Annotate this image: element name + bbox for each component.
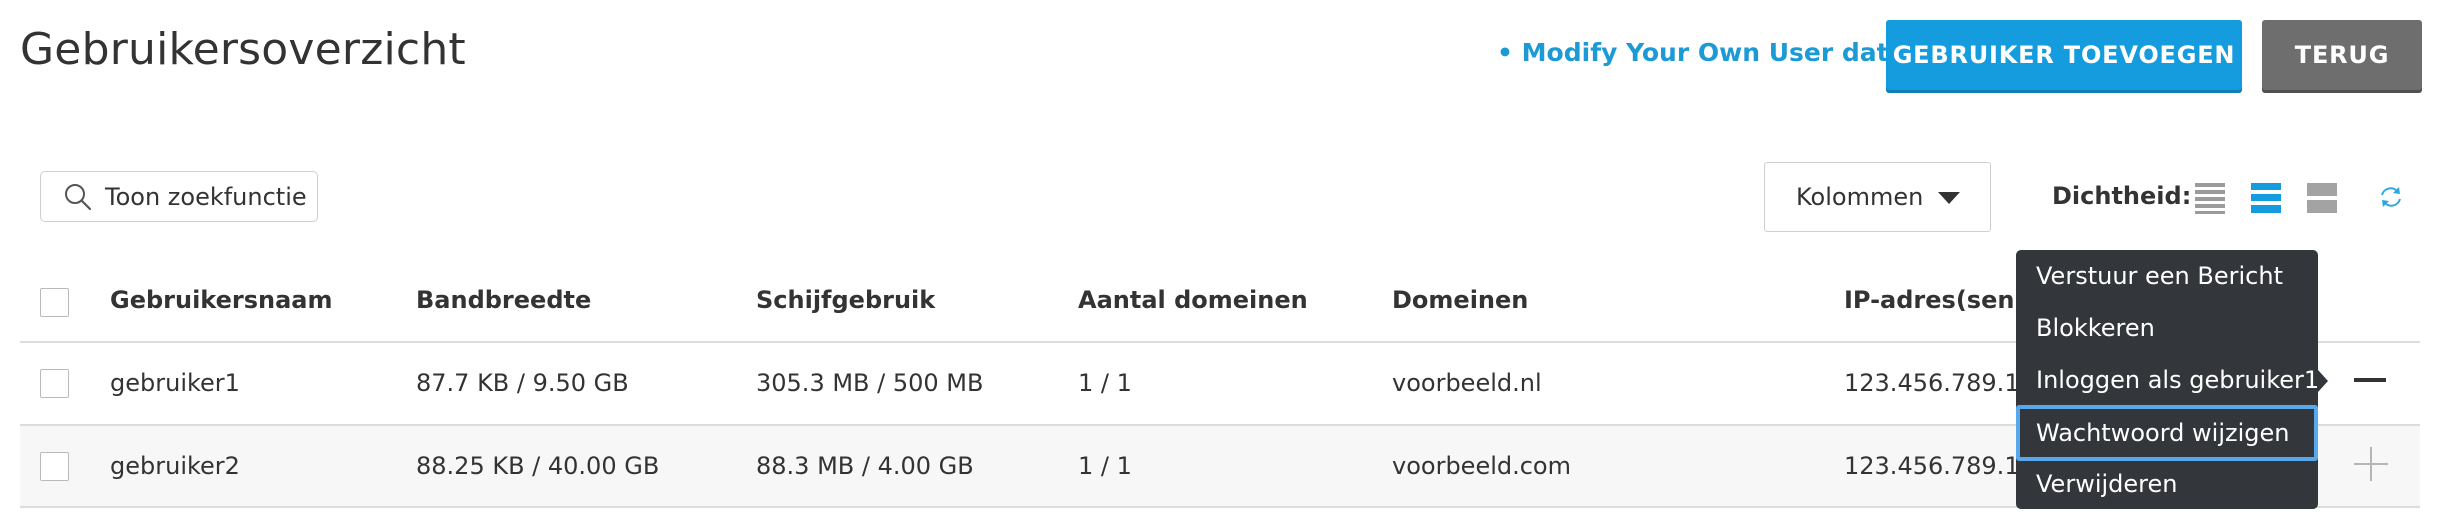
select-all-checkbox[interactable]	[40, 288, 69, 317]
density-compact-icon[interactable]	[2195, 182, 2225, 214]
cell-domains: voorbeeld.com	[1392, 452, 1571, 480]
back-button[interactable]: TERUG	[2262, 20, 2422, 90]
caret-down-icon	[1938, 192, 1960, 204]
modify-own-user-data-link[interactable]: • Modify Your Own User data	[1497, 38, 1906, 67]
menu-item-block[interactable]: Blokkeren	[2016, 302, 2318, 354]
cell-bandwidth: 88.25 KB / 40.00 GB	[416, 452, 660, 480]
density-label: Dichtheid:	[2052, 182, 2192, 210]
col-header-disk-usage[interactable]: Schijfgebruik	[756, 286, 935, 314]
cell-domain-count: 1 / 1	[1078, 452, 1132, 480]
cell-username[interactable]: gebruiker2	[110, 452, 240, 480]
density-medium-icon[interactable]	[2251, 182, 2281, 214]
col-header-domains[interactable]: Domeinen	[1392, 286, 1528, 314]
menu-item-delete[interactable]: Verwijderen	[2016, 458, 2318, 510]
cell-disk-usage: 305.3 MB / 500 MB	[756, 369, 984, 397]
menu-pointer	[2318, 370, 2328, 392]
cell-ip-address: 123.456.789.10	[1844, 452, 2035, 480]
density-comfortable-icon[interactable]	[2307, 182, 2337, 214]
col-header-bandwidth[interactable]: Bandbreedte	[416, 286, 591, 314]
col-header-domain-count[interactable]: Aantal domeinen	[1078, 286, 1308, 314]
cell-ip-address: 123.456.789.10	[1844, 369, 2035, 397]
menu-item-change-password[interactable]: Wachtwoord wijzigen	[2016, 405, 2318, 461]
cell-disk-usage: 88.3 MB / 4.00 GB	[756, 452, 974, 480]
search-toggle-label: Toon zoekfunctie	[105, 182, 307, 211]
search-toggle[interactable]: Toon zoekfunctie	[40, 171, 318, 222]
menu-item-send-message[interactable]: Verstuur een Bericht	[2016, 250, 2318, 302]
collapse-actions-icon[interactable]	[2354, 378, 2386, 382]
search-icon	[65, 183, 92, 210]
page-title: Gebruikersoverzicht	[20, 24, 466, 75]
cell-domains: voorbeeld.nl	[1392, 369, 1542, 397]
cell-bandwidth: 87.7 KB / 9.50 GB	[416, 369, 629, 397]
add-user-button[interactable]: GEBRUIKER TOEVOEGEN	[1886, 20, 2242, 90]
row-checkbox[interactable]	[40, 452, 69, 481]
columns-dropdown-label: Kolommen	[1796, 183, 1924, 211]
columns-dropdown[interactable]: Kolommen	[1764, 162, 1991, 232]
col-header-username[interactable]: Gebruikersnaam	[110, 286, 333, 314]
menu-item-login-as-user[interactable]: Inloggen als gebruiker1	[2016, 354, 2319, 406]
cell-username[interactable]: gebruiker1	[110, 369, 240, 397]
expand-actions-icon[interactable]	[2354, 447, 2388, 481]
cell-domain-count: 1 / 1	[1078, 369, 1132, 397]
col-header-ip-addresses[interactable]: IP-adres(sen)	[1844, 286, 2025, 314]
row-checkbox[interactable]	[40, 369, 69, 398]
refresh-icon[interactable]	[2378, 184, 2404, 210]
